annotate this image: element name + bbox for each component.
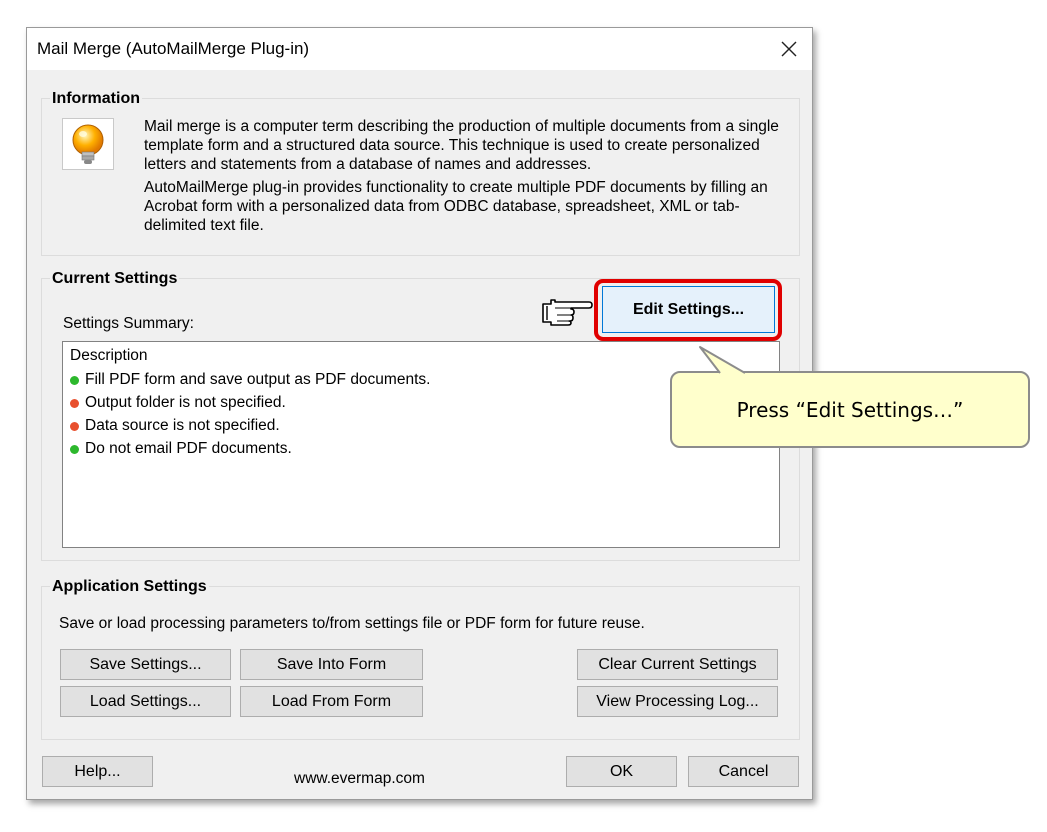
cancel-button[interactable]: Cancel <box>688 756 799 787</box>
callout-tail <box>699 346 746 374</box>
instruction-callout: Press “Edit Settings…” <box>670 371 1030 448</box>
summary-item-text: Data source is not specified. <box>85 417 280 434</box>
window-title: Mail Merge (AutoMailMerge Plug-in) <box>37 39 310 58</box>
close-icon <box>781 41 797 57</box>
help-button[interactable]: Help... <box>42 756 153 787</box>
save-settings-button[interactable]: Save Settings... <box>60 649 231 680</box>
pointing-hand-icon <box>542 299 593 326</box>
summary-header: Description <box>70 347 148 364</box>
current-settings-heading: Current Settings <box>50 270 180 288</box>
save-into-form-button[interactable]: Save Into Form <box>240 649 423 680</box>
view-processing-log-button[interactable]: View Processing Log... <box>577 686 778 717</box>
summary-item-text: Output folder is not specified. <box>85 394 286 411</box>
information-heading: Information <box>50 90 142 108</box>
status-error-icon <box>70 421 79 431</box>
summary-item: Fill PDF form and save output as PDF doc… <box>70 371 430 389</box>
website-link[interactable]: www.evermap.com <box>294 770 425 788</box>
summary-item-text: Do not email PDF documents. <box>85 440 292 457</box>
information-paragraph-1: Mail merge is a computer term describing… <box>144 118 779 173</box>
callout-text: Press “Edit Settings…” <box>736 397 964 422</box>
summary-item: Do not email PDF documents. <box>70 440 292 458</box>
close-button[interactable] <box>772 33 806 65</box>
status-ok-icon <box>70 444 79 454</box>
status-ok-icon <box>70 375 79 385</box>
load-from-form-button[interactable]: Load From Form <box>240 686 423 717</box>
lightbulb-icon-frame <box>62 118 114 170</box>
information-text: Mail merge is a computer term describing… <box>144 117 794 239</box>
load-settings-button[interactable]: Load Settings... <box>60 686 231 717</box>
lightbulb-icon <box>72 124 104 164</box>
application-settings-description: Save or load processing parameters to/fr… <box>59 615 645 632</box>
edit-settings-button[interactable]: Edit Settings... <box>602 286 775 333</box>
clear-current-settings-button[interactable]: Clear Current Settings <box>577 649 778 680</box>
summary-item: Data source is not specified. <box>70 417 280 435</box>
ok-button[interactable]: OK <box>566 756 677 787</box>
settings-summary-label: Settings Summary: <box>63 315 194 332</box>
information-paragraph-2: AutoMailMerge plug-in provides functiona… <box>144 179 768 234</box>
application-settings-heading: Application Settings <box>50 578 209 596</box>
summary-item-text: Fill PDF form and save output as PDF doc… <box>85 371 431 388</box>
summary-item: Output folder is not specified. <box>70 394 286 412</box>
title-bar: Mail Merge (AutoMailMerge Plug-in) <box>27 28 812 70</box>
status-error-icon <box>70 398 79 408</box>
